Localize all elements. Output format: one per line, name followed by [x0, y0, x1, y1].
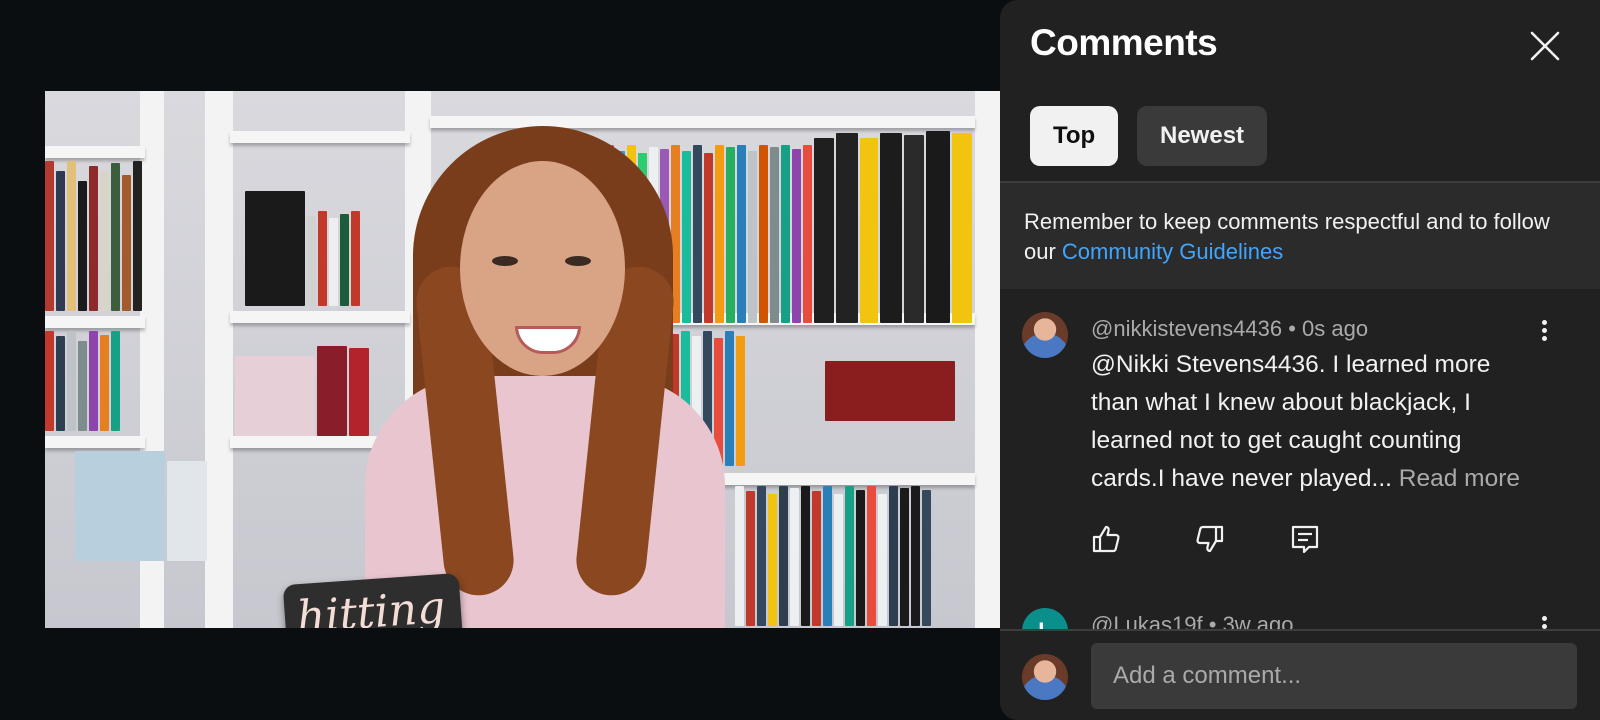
- comment-time: 3w ago: [1222, 612, 1294, 629]
- meta-separator: •: [1282, 316, 1303, 341]
- avatar: [1022, 654, 1068, 700]
- video-player[interactable]: hitting: [0, 0, 1000, 720]
- comment-item: @nikkistevens4436 • 0s ago @Nikki Steven…: [1000, 300, 1600, 590]
- presenter: [365, 126, 725, 628]
- read-more-link[interactable]: Read more: [1399, 465, 1520, 492]
- more-options-icon[interactable]: [1534, 613, 1554, 629]
- avatar[interactable]: [1022, 312, 1068, 358]
- add-comment-input[interactable]: [1091, 643, 1577, 709]
- book-row: [735, 486, 931, 626]
- comment-body: @Nikki Stevens4436. I learned more than …: [1091, 346, 1541, 498]
- book-row: [45, 331, 120, 431]
- comment-meta: @Lukas19f • 3w ago: [1091, 612, 1294, 629]
- presenter-eye: [492, 256, 518, 266]
- comment-time: 0s ago: [1302, 316, 1369, 341]
- community-guidelines-link[interactable]: Community Guidelines: [1062, 239, 1283, 264]
- shelf: [45, 316, 145, 328]
- comment-meta: @nikkistevens4436 • 0s ago: [1091, 316, 1368, 342]
- presenter-face: [460, 161, 625, 376]
- sort-chip-newest[interactable]: Newest: [1137, 106, 1268, 166]
- presenter-mouth: [515, 326, 581, 354]
- meta-separator: •: [1202, 612, 1223, 629]
- shelf: [45, 146, 145, 158]
- add-comment-bar: [1000, 629, 1600, 720]
- video-frame[interactable]: hitting: [45, 91, 1000, 628]
- thumbs-up-icon[interactable]: [1090, 523, 1122, 555]
- comments-header: Comments Top Newest: [1000, 0, 1600, 180]
- avatar[interactable]: L: [1022, 608, 1068, 629]
- panel-title: Comments: [1030, 22, 1218, 63]
- sort-chip-top[interactable]: Top: [1030, 106, 1119, 166]
- bookshelf-post: [205, 91, 233, 628]
- thumbs-down-icon[interactable]: [1194, 523, 1226, 555]
- comments-panel: Comments Top Newest Remember to keep com…: [1000, 0, 1600, 720]
- comment-author[interactable]: @Lukas19f: [1091, 612, 1203, 629]
- comment-author[interactable]: @nikkistevens4436: [1091, 316, 1282, 341]
- book-row: [75, 451, 207, 561]
- book-row: [825, 361, 955, 421]
- book-row: [235, 346, 369, 436]
- community-notice: Remember to keep comments respectful and…: [1000, 183, 1600, 289]
- presenter-eye: [565, 256, 591, 266]
- shelf: [45, 436, 145, 448]
- bookshelf-post: [975, 91, 1000, 628]
- close-icon[interactable]: [1525, 26, 1565, 66]
- book-row: [245, 191, 360, 306]
- more-options-icon[interactable]: [1534, 317, 1554, 347]
- book-row: [45, 161, 142, 311]
- comment-item: L @Lukas19f • 3w ago: [1000, 598, 1600, 629]
- reply-icon[interactable]: [1289, 523, 1321, 555]
